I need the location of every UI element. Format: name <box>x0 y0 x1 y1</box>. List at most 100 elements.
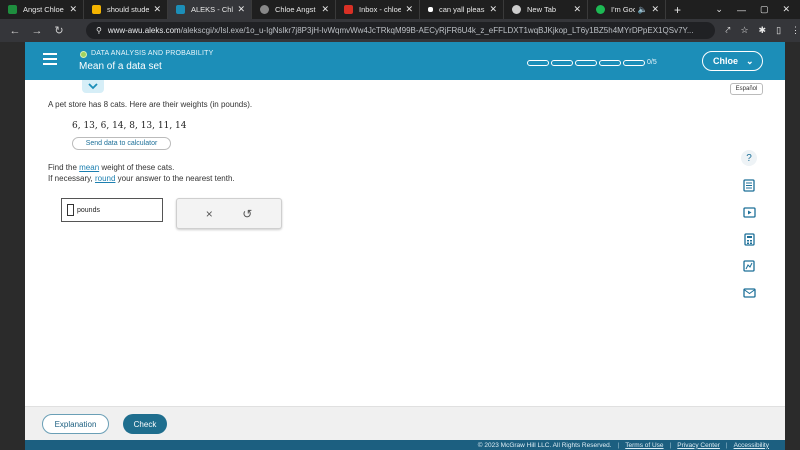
left-gutter <box>0 42 25 450</box>
right-gutter <box>785 42 800 450</box>
tab-title: Chloe Angst <box>275 5 316 14</box>
address-bar[interactable]: ⚲ www-awu.aleks.com/alekscgi/x/Isl.exe/1… <box>85 22 716 39</box>
collapse-header-button[interactable] <box>82 80 104 93</box>
separator: | <box>617 441 620 449</box>
topic-label: DATA ANALYSIS AND PROBABILITY <box>91 50 214 57</box>
lesson-title: Mean of a data set <box>79 61 162 72</box>
help-button[interactable]: ? <box>737 146 761 170</box>
progress-segment <box>527 60 549 66</box>
toolbar-icons: ⤤ ☆ ✱ ▯ ⋮ <box>725 25 800 36</box>
close-tab-icon[interactable]: ✕ <box>153 4 161 15</box>
user-menu-button[interactable]: Chloe ⌄ <box>702 51 763 71</box>
instruction-text: your answer to the nearest tenth. <box>115 174 235 183</box>
brainly-icon <box>428 7 433 12</box>
browser-tab[interactable]: New Tab ✕ <box>504 0 588 19</box>
instruction-text: Find the <box>48 163 80 172</box>
separator: | <box>669 441 672 449</box>
progress-bar <box>527 60 645 66</box>
tab-title: can yall pleas <box>439 5 485 14</box>
privacy-link[interactable]: Privacy Center <box>677 442 720 449</box>
question-text: A pet store has 8 cats. Here are their w… <box>48 100 253 109</box>
answer-cursor[interactable] <box>67 204 74 216</box>
tab-title: Angst Chloe M <box>23 5 65 14</box>
undo-icon[interactable]: ↺ <box>242 207 252 221</box>
bookmark-star-icon[interactable]: ☆ <box>740 25 748 36</box>
sheets-icon <box>8 5 17 14</box>
aleks-header: DATA ANALYSIS AND PROBABILITY Mean of a … <box>25 42 785 80</box>
explanation-button[interactable]: Explanation <box>42 414 109 434</box>
tool-rail: ? <box>737 146 761 308</box>
site-info-icon[interactable]: ⚲ <box>96 26 102 35</box>
clear-icon[interactable]: × <box>206 207 213 221</box>
browser-tab[interactable]: can yall pleas ✕ <box>420 0 504 19</box>
graph-icon <box>743 260 755 272</box>
speaker-icon[interactable]: 🔈 <box>637 5 647 14</box>
close-tab-icon[interactable]: ✕ <box>573 4 581 15</box>
graphing-button[interactable] <box>737 254 761 278</box>
minimize-icon[interactable]: — <box>737 5 746 15</box>
video-icon <box>742 206 756 218</box>
round-definition-link[interactable]: round <box>95 174 115 183</box>
extensions-icon[interactable]: ✱ <box>759 25 767 36</box>
progress-segment <box>551 60 573 66</box>
mean-definition-link[interactable]: mean <box>79 163 99 172</box>
browser-tab[interactable]: Angst Chloe M ✕ <box>0 0 84 19</box>
check-button[interactable]: Check <box>123 414 167 434</box>
chevron-down-icon: ⌄ <box>746 55 754 66</box>
chevron-down-icon <box>88 83 98 90</box>
accessibility-link[interactable]: Accessibility <box>734 442 769 449</box>
message-button[interactable] <box>737 281 761 305</box>
instruction-line-1: Find the mean weight of these cats. <box>48 163 174 172</box>
user-name: Chloe <box>713 56 739 66</box>
close-tab-icon[interactable]: ✕ <box>651 4 659 15</box>
close-window-icon[interactable]: ✕ <box>782 4 790 15</box>
espanol-button[interactable]: Español <box>730 83 763 95</box>
separator: | <box>725 441 728 449</box>
terms-link[interactable]: Terms of Use <box>625 442 663 449</box>
gmail-icon <box>344 5 353 14</box>
reload-icon[interactable]: ↻ <box>48 24 70 37</box>
tab-title: I'm Good ( <box>611 5 636 14</box>
progress-segment <box>623 60 645 66</box>
unit-label: pounds <box>77 206 100 214</box>
browser-tab-active[interactable]: ALEKS - Chloe ✕ <box>168 0 252 19</box>
send-to-calculator-button[interactable]: Send data to calculator <box>72 137 171 150</box>
hamburger-menu-icon[interactable] <box>43 53 57 65</box>
browser-tab-strip: Angst Chloe M ✕ should studen ✕ ALEKS - … <box>0 0 800 19</box>
worksheet-icon <box>743 178 755 192</box>
browser-tab[interactable]: Chloe Angst ✕ <box>252 0 336 19</box>
progress-count: 0/5 <box>647 59 657 66</box>
calculator-icon <box>743 232 755 246</box>
instruction-line-2: If necessary, round your answer to the n… <box>48 174 235 183</box>
tab-search-icon[interactable]: ⌄ <box>715 4 723 15</box>
share-icon[interactable]: ⤤ <box>725 25 730 36</box>
worksheet-button[interactable] <box>737 173 761 197</box>
new-tab-icon[interactable]: + <box>674 3 681 17</box>
problem-area: Español A pet store has 8 cats. Here are… <box>25 80 785 406</box>
calculator-button[interactable] <box>737 227 761 251</box>
tab-title: New Tab <box>527 5 557 14</box>
back-icon[interactable]: ← <box>4 25 26 37</box>
answer-input[interactable]: pounds <box>61 198 163 222</box>
side-panel-icon[interactable]: ▯ <box>776 25 781 36</box>
close-tab-icon[interactable]: ✕ <box>405 4 413 15</box>
menu-kebab-icon[interactable]: ⋮ <box>791 25 800 36</box>
url-path: /alekscgi/x/Isl.exe/1o_u-IgNslkr7j8P3jH-… <box>180 26 694 35</box>
topic-status-dot <box>80 51 87 58</box>
close-tab-icon[interactable]: ✕ <box>69 4 77 15</box>
browser-tab[interactable]: should studen ✕ <box>84 0 168 19</box>
question-mark-icon: ? <box>741 150 757 166</box>
tab-title: should studen <box>107 5 150 14</box>
video-button[interactable] <box>737 200 761 224</box>
browser-tab[interactable]: I'm Good ( 🔈 ✕ <box>588 0 666 19</box>
close-tab-icon[interactable]: ✕ <box>321 4 329 15</box>
close-tab-icon[interactable]: ✕ <box>237 4 245 15</box>
maximize-icon[interactable]: ▢ <box>760 4 769 15</box>
progress-segment <box>575 60 597 66</box>
instruction-text: If necessary, <box>48 174 95 183</box>
tab-title: Inbox - chloe.a <box>359 5 402 14</box>
forward-icon[interactable]: → <box>26 25 48 37</box>
close-tab-icon[interactable]: ✕ <box>489 4 497 15</box>
browser-tab[interactable]: Inbox - chloe.a ✕ <box>336 0 420 19</box>
answer-toolbox: × ↺ <box>176 198 282 229</box>
